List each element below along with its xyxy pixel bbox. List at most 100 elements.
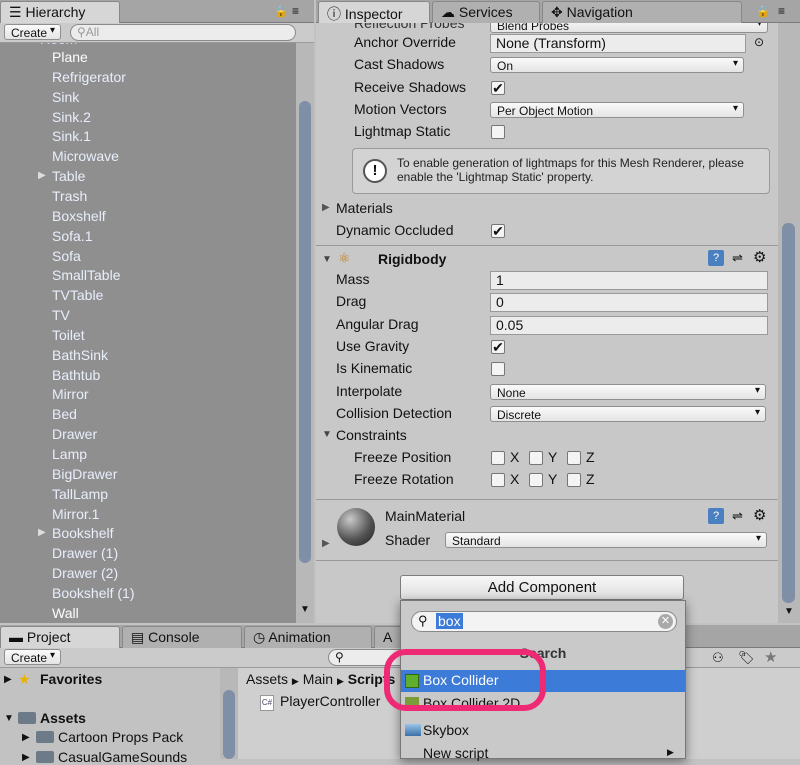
property-field[interactable]: 0.05 (490, 315, 768, 335)
hierarchy-item[interactable]: Bookshelf (1) (52, 585, 134, 601)
tree-scroll-thumb[interactable] (223, 690, 235, 759)
hierarchy-item[interactable]: BigDrawer (52, 466, 117, 482)
hierarchy-item[interactable]: TV (52, 307, 70, 323)
clear-search-icon[interactable]: ✕ (658, 614, 673, 629)
tab-project[interactable]: ▬ Project (0, 626, 120, 648)
help-book-icon[interactable]: ? (708, 250, 724, 266)
hierarchy-item[interactable]: Plane (52, 49, 88, 65)
hierarchy-item[interactable]: Mirror (52, 386, 89, 402)
constraints-foldout-arrow-icon[interactable]: ▼ (322, 429, 332, 440)
scroll-down-arrow-icon[interactable]: ▼ (300, 604, 310, 615)
material-help-icon[interactable]: ? (708, 508, 724, 524)
freeze-checkbox[interactable] (529, 473, 543, 487)
freeze-checkbox[interactable] (567, 473, 581, 487)
foldout-arrow-icon[interactable]: ▶ (38, 170, 46, 181)
filter-type-icon[interactable]: ⚇ (712, 650, 724, 666)
property-dropdown[interactable]: None ▾ (490, 383, 766, 400)
inspector-lock-icon[interactable]: 🔒 (756, 5, 770, 18)
hierarchy-item[interactable]: Wall (52, 605, 79, 621)
hierarchy-item[interactable]: Drawer (2) (52, 565, 118, 581)
panel-menu-icon[interactable]: ≡ (292, 4, 299, 18)
hierarchy-item[interactable]: Sink.1 (52, 128, 91, 144)
object-picker-icon[interactable]: ⊙ (754, 35, 764, 49)
hierarchy-item[interactable]: Sofa (52, 248, 81, 264)
freeze-checkbox[interactable] (491, 473, 505, 487)
property-checkbox[interactable]: ✔ (491, 339, 505, 354)
tab-console[interactable]: ▤ Console (122, 626, 242, 648)
favorites-label[interactable]: Favorites (40, 671, 102, 687)
freeze-checkbox[interactable] (491, 451, 505, 465)
property-checkbox[interactable]: ✔ (491, 80, 505, 95)
folder-item[interactable]: CasualGameSounds (58, 749, 187, 765)
script-file[interactable]: PlayerController (280, 693, 380, 709)
reflection-probes-dropdown[interactable]: Blend Probes ▾ (490, 23, 768, 33)
popup-item-new-script[interactable]: New script ▶ (401, 743, 685, 765)
popup-search-input[interactable]: ⚲ box ✕ (411, 611, 677, 632)
lock-icon[interactable]: 🔒 (274, 5, 288, 18)
dynamic-occluded-checkbox[interactable]: ✔ (491, 224, 505, 238)
shader-dropdown[interactable]: Standard ▾ (445, 532, 767, 548)
tab-navigation[interactable]: ✥ Navigation (542, 1, 742, 23)
freeze-checkbox[interactable] (529, 451, 543, 465)
constraints-label[interactable]: Constraints (336, 427, 407, 443)
property-dropdown[interactable]: Discrete ▾ (490, 405, 766, 422)
material-gear-icon[interactable]: ⚙ (753, 506, 766, 524)
scroll-thumb[interactable] (299, 101, 311, 563)
hierarchy-item[interactable]: Bed (52, 406, 77, 422)
tab-hierarchy[interactable]: ☰ Hierarchy (0, 1, 120, 23)
hierarchy-item[interactable]: Table (52, 168, 85, 184)
hierarchy-item[interactable]: Mirror.1 (52, 506, 99, 522)
hierarchy-item[interactable]: Boxshelf (52, 208, 106, 224)
property-field[interactable]: None (Transform) (490, 34, 746, 53)
hierarchy-item[interactable]: Toilet (52, 327, 85, 343)
tab-animation[interactable]: ◷ Animation (244, 626, 372, 648)
project-tree-scrollbar[interactable] (220, 668, 238, 759)
material-preset-icon[interactable]: ⇌ (732, 508, 743, 524)
property-checkbox[interactable] (491, 125, 505, 140)
inspector-scroll-down-icon[interactable]: ▼ (784, 606, 794, 617)
hierarchy-item[interactable]: Sink.2 (52, 109, 91, 125)
hierarchy-scrollbar[interactable]: ▼ (296, 43, 314, 623)
hierarchy-item[interactable]: SmallTable (52, 267, 120, 283)
folder-foldout-icon[interactable]: ▶ (22, 752, 30, 763)
hierarchy-search-input[interactable]: ⚲All (70, 24, 296, 41)
material-foldout-arrow-icon[interactable]: ▶ (322, 538, 330, 549)
freeze-checkbox[interactable] (567, 451, 581, 465)
hierarchy-item[interactable]: Bookshelf (52, 525, 113, 541)
favorite-star-icon[interactable]: ★ (764, 648, 777, 666)
hierarchy-item[interactable]: Lamp (52, 446, 87, 462)
foldout-arrow-icon[interactable]: ▶ (38, 527, 46, 538)
hierarchy-item[interactable]: Trash (52, 188, 87, 204)
hierarchy-item[interactable]: Microwave (52, 148, 119, 164)
folder-foldout-icon[interactable]: ▶ (22, 732, 30, 743)
breadcrumb-assets[interactable]: Assets (246, 671, 288, 687)
materials-label[interactable]: Materials (336, 200, 393, 216)
materials-foldout-arrow-icon[interactable]: ▶ (322, 202, 330, 213)
settings-gear-icon[interactable]: ⚙ (753, 248, 766, 266)
folder-item[interactable]: Cartoon Props Pack (58, 729, 183, 745)
hierarchy-item[interactable]: Bathtub (52, 367, 100, 383)
assets-foldout-icon[interactable]: ▼ (4, 713, 14, 724)
preset-icon[interactable]: ⇌ (732, 250, 743, 266)
hierarchy-item[interactable]: Drawer (1) (52, 545, 118, 561)
breadcrumb-main[interactable]: Main (303, 671, 333, 687)
property-field[interactable]: 1 (490, 271, 768, 290)
hierarchy-item[interactable]: TallLamp (52, 486, 108, 502)
popup-item-skybox[interactable]: Skybox (401, 720, 685, 742)
hierarchy-item[interactable]: TVTable (52, 287, 103, 303)
filter-label-icon[interactable]: 🏷 (738, 650, 755, 666)
hierarchy-item[interactable]: Refrigerator (52, 69, 126, 85)
rigidbody-foldout-arrow-icon[interactable]: ▼ (322, 254, 332, 265)
add-component-button[interactable]: Add Component (400, 575, 684, 600)
property-field[interactable]: 0 (490, 293, 768, 313)
tab-services[interactable]: ☁ Services (432, 1, 540, 23)
hierarchy-item[interactable]: Sofa.1 (52, 228, 92, 244)
hierarchy-item[interactable]: Sink (52, 89, 79, 105)
favorites-foldout-icon[interactable]: ▶ (4, 674, 12, 685)
project-create-dropdown[interactable]: Create ▾ (4, 649, 61, 665)
property-dropdown[interactable]: Per Object Motion ▾ (490, 101, 744, 118)
property-checkbox[interactable] (491, 362, 505, 377)
tab-inspector[interactable]: ⓘ Inspector (318, 1, 430, 23)
inspector-menu-icon[interactable]: ≡ (778, 4, 785, 18)
inspector-scroll-thumb[interactable] (782, 223, 795, 603)
